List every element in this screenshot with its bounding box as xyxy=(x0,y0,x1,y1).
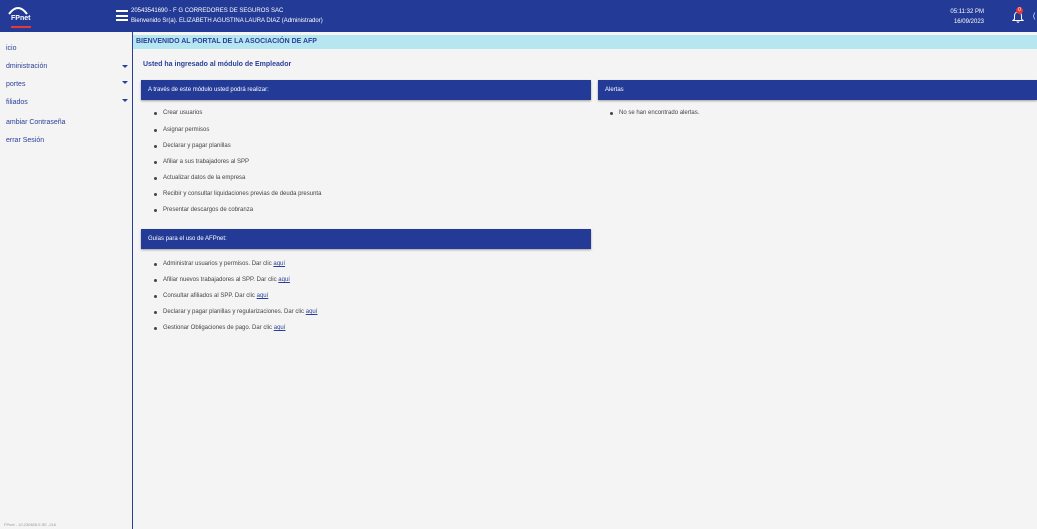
welcome-banner: BIENVENIDO AL PORTAL DE LA ASOCIACIÓN DE… xyxy=(133,35,1037,49)
alerts-title: Alertas xyxy=(605,87,624,93)
alerts-panel-header: Alertas xyxy=(598,80,1037,100)
sidebar-item-label: portes xyxy=(6,81,26,88)
chevron-down-icon xyxy=(122,65,128,68)
afpnet-logo[interactable]: FPnet xyxy=(6,3,31,29)
logo-underline xyxy=(11,26,31,28)
sidebar-item-administracion[interactable]: dministración xyxy=(0,60,132,74)
chevron-down-icon xyxy=(122,99,128,102)
list-item: Actualizar datos de la empresa xyxy=(153,175,246,181)
notification-badge[interactable]: 0 xyxy=(1016,7,1023,14)
guide-link[interactable]: aquí xyxy=(257,293,269,299)
guide-link[interactable]: aquí xyxy=(278,277,290,283)
module-subheading: Usted ha ingresado al módulo de Empleado… xyxy=(143,61,292,68)
guide-link[interactable]: aquí xyxy=(274,325,286,331)
sidebar-item-afiliados[interactable]: filiados xyxy=(0,96,132,110)
guide-text: Consultar afiliados al SPP. Dar clic xyxy=(163,293,257,299)
guide-item: Declarar y pagar planillas y regularizac… xyxy=(153,309,318,315)
clock-date: 16/09/2023 xyxy=(953,19,984,25)
hamburger-menu-icon[interactable] xyxy=(116,10,128,21)
sidebar-item-label: filiados xyxy=(6,99,28,106)
clock-time: 05:11:32 PM xyxy=(950,9,984,15)
sidebar-item-label: ambiar Contraseña xyxy=(6,119,66,126)
sidebar-item-cerrar-sesion[interactable]: errar Sesión xyxy=(0,134,132,148)
list-item: Asignar permisos xyxy=(153,127,210,133)
sidebar-item-label: icio xyxy=(6,45,17,52)
sidebar-item-reportes[interactable]: portes xyxy=(0,78,132,92)
sidebar: icio dministración portes filiados ambia… xyxy=(0,32,133,529)
list-item: Declarar y pagar planillas xyxy=(154,143,231,149)
sidebar-item-inicio[interactable]: icio xyxy=(0,42,132,56)
guide-item: Gestionar Obligaciones de pago. Dar clic… xyxy=(153,325,286,331)
alerts-empty-message: No se han encontrado alertas. xyxy=(609,110,700,116)
guide-text: Administrar usuarios y permisos. Dar cli… xyxy=(163,261,274,267)
guide-item: Administrar usuarios y permisos. Dar cli… xyxy=(153,261,285,267)
list-item: Recibir y consultar liquidaciones previa… xyxy=(153,191,322,197)
features-panel-header: A través de este módulo usted podrá real… xyxy=(141,80,591,100)
sidebar-item-cambiar-contrasena[interactable]: ambiar Contraseña xyxy=(0,116,132,130)
features-title: A través de este módulo usted podrá real… xyxy=(148,87,269,93)
chevron-down-icon xyxy=(122,81,128,84)
guide-item: Consultar afiliados al SPP. Dar clic aqu… xyxy=(153,293,269,299)
company-info: 20543541690 - F G CORREDORES DE SEGUROS … xyxy=(131,8,284,14)
guide-item: Afiliar nuevos trabajadores al SPP. Dar … xyxy=(154,277,290,283)
clock: 05:11:32 PM 16/09/2023 xyxy=(950,7,984,27)
sidebar-item-label: errar Sesión xyxy=(6,137,45,144)
list-item: Crear usuarios xyxy=(153,110,203,116)
version-text: FPnet - 10.230828.5 SE -216 xyxy=(4,522,57,527)
list-item: Presentar descargos de cobranza xyxy=(153,207,254,213)
guides-title: Guías para el uso de AFPnet: xyxy=(148,236,227,242)
guides-panel-header: Guías para el uso de AFPnet: xyxy=(141,229,591,249)
user-menu-icon[interactable]: ( xyxy=(1033,13,1035,20)
list-item: Afiliar a sus trabajadores al SPP xyxy=(153,159,250,165)
page-title: BIENVENIDO AL PORTAL DE LA ASOCIACIÓN DE… xyxy=(136,38,317,45)
guide-link[interactable]: aquí xyxy=(273,261,285,267)
guide-link[interactable]: aquí xyxy=(306,309,318,315)
guide-text: Declarar y pagar planillas y regularizac… xyxy=(163,309,306,315)
logo-text: FPnet xyxy=(11,15,31,22)
top-bar: FPnet 20543541690 - F G CORREDORES DE SE… xyxy=(0,0,1037,32)
welcome-user: Bienvenido Sr(a). ELIZABETH AGUSTINA LAU… xyxy=(131,18,323,24)
guide-text: Gestionar Obligaciones de pago. Dar clic xyxy=(163,325,274,331)
guide-text: Afiliar nuevos trabajadores al SPP. Dar … xyxy=(163,277,279,283)
sidebar-item-label: dministración xyxy=(6,63,48,70)
